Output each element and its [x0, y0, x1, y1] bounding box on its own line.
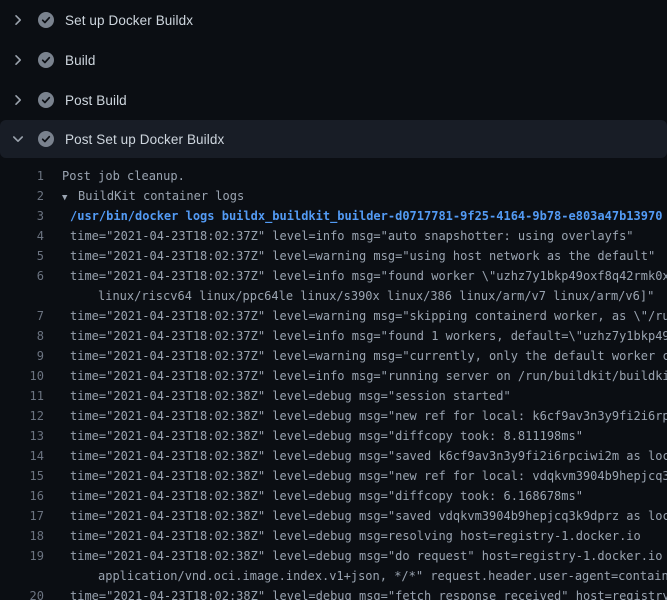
line-number[interactable]: 20	[0, 586, 44, 600]
line-number[interactable]: 5	[0, 246, 44, 266]
workflow-log-viewer: Set up Docker Buildx Build Post Build Post …	[0, 0, 667, 600]
step-header[interactable]: Set up Docker Buildx	[0, 0, 667, 40]
log-panel: 1Post job cleanup.2▼BuildKit container l…	[0, 158, 667, 600]
log-line: 7time="2021-04-23T18:02:37Z" level=warni…	[0, 306, 667, 326]
log-text: time="2021-04-23T18:02:38Z" level=debug …	[44, 526, 667, 546]
log-line: 8time="2021-04-23T18:02:37Z" level=info …	[0, 326, 667, 346]
line-number[interactable]: 12	[0, 406, 44, 426]
line-number[interactable]: 6	[0, 266, 44, 286]
line-number[interactable]: 4	[0, 226, 44, 246]
log-line: 3/usr/bin/docker logs buildx_buildkit_bu…	[0, 206, 667, 226]
line-number[interactable]: 7	[0, 306, 44, 326]
log-line: 14time="2021-04-23T18:02:38Z" level=debu…	[0, 446, 667, 466]
log-text: time="2021-04-23T18:02:38Z" level=debug …	[44, 586, 667, 600]
log-line: 19time="2021-04-23T18:02:38Z" level=debu…	[0, 546, 667, 566]
log-line: 20time="2021-04-23T18:02:38Z" level=debu…	[0, 586, 667, 600]
log-line: 18time="2021-04-23T18:02:38Z" level=debu…	[0, 526, 667, 546]
line-number[interactable]: 11	[0, 386, 44, 406]
check-circle-icon	[38, 52, 54, 68]
step-label: Post Set up Docker Buildx	[65, 132, 224, 147]
line-number[interactable]: 2	[0, 186, 44, 206]
log-text: time="2021-04-23T18:02:38Z" level=debug …	[44, 486, 667, 506]
log-text: time="2021-04-23T18:02:37Z" level=warnin…	[44, 246, 667, 266]
log-line: 17time="2021-04-23T18:02:38Z" level=debu…	[0, 506, 667, 526]
log-line: 2▼BuildKit container logs	[0, 186, 667, 206]
log-text: time="2021-04-23T18:02:38Z" level=debug …	[44, 386, 667, 406]
line-number-spacer	[0, 566, 44, 586]
log-line: application/vnd.oci.image.index.v1+json,…	[0, 566, 667, 586]
line-number[interactable]: 18	[0, 526, 44, 546]
log-line: 16time="2021-04-23T18:02:38Z" level=debu…	[0, 486, 667, 506]
step-header[interactable]: Post Build	[0, 80, 667, 120]
chevron-right-icon	[10, 12, 26, 28]
log-text: time="2021-04-23T18:02:38Z" level=debug …	[44, 446, 667, 466]
log-line: 9time="2021-04-23T18:02:37Z" level=warni…	[0, 346, 667, 366]
log-line: 11time="2021-04-23T18:02:38Z" level=debu…	[0, 386, 667, 406]
log-line: 4time="2021-04-23T18:02:37Z" level=info …	[0, 226, 667, 246]
line-number-spacer	[0, 286, 44, 306]
log-text: time="2021-04-23T18:02:37Z" level=info m…	[44, 226, 667, 246]
log-text: time="2021-04-23T18:02:37Z" level=info m…	[44, 326, 667, 346]
step-label: Set up Docker Buildx	[65, 13, 193, 28]
chevron-right-icon	[10, 52, 26, 68]
log-line: 5time="2021-04-23T18:02:37Z" level=warni…	[0, 246, 667, 266]
check-circle-icon	[38, 12, 54, 28]
log-line: 10time="2021-04-23T18:02:37Z" level=info…	[0, 366, 667, 386]
log-line: 13time="2021-04-23T18:02:38Z" level=debu…	[0, 426, 667, 446]
line-number[interactable]: 3	[0, 206, 44, 226]
log-group-label: BuildKit container logs	[78, 189, 244, 203]
step-label: Build	[65, 53, 96, 68]
log-line: 6time="2021-04-23T18:02:37Z" level=info …	[0, 266, 667, 286]
line-number[interactable]: 8	[0, 326, 44, 346]
log-text: ▼BuildKit container logs	[44, 186, 667, 206]
step-header[interactable]: Build	[0, 40, 667, 80]
line-number[interactable]: 1	[0, 166, 44, 186]
line-number[interactable]: 15	[0, 466, 44, 486]
check-circle-icon	[38, 92, 54, 108]
line-number[interactable]: 17	[0, 506, 44, 526]
log-text: time="2021-04-23T18:02:38Z" level=debug …	[44, 466, 667, 486]
steps-list: Set up Docker Buildx Build Post Build Post …	[0, 0, 667, 158]
line-number[interactable]: 9	[0, 346, 44, 366]
line-number[interactable]: 14	[0, 446, 44, 466]
log-text: time="2021-04-23T18:02:38Z" level=debug …	[44, 426, 667, 446]
chevron-down-icon	[10, 131, 26, 147]
log-line: 12time="2021-04-23T18:02:38Z" level=debu…	[0, 406, 667, 426]
log-text: time="2021-04-23T18:02:37Z" level=info m…	[44, 366, 667, 386]
log-text: time="2021-04-23T18:02:38Z" level=debug …	[44, 506, 667, 526]
line-number[interactable]: 10	[0, 366, 44, 386]
log-line: linux/riscv64 linux/ppc64le linux/s390x …	[0, 286, 667, 306]
log-line: 1Post job cleanup.	[0, 166, 667, 186]
log-text: time="2021-04-23T18:02:38Z" level=debug …	[44, 546, 667, 566]
log-text: linux/riscv64 linux/ppc64le linux/s390x …	[44, 286, 667, 306]
step-label: Post Build	[65, 93, 127, 108]
check-circle-icon	[38, 131, 54, 147]
log-text: time="2021-04-23T18:02:37Z" level=info m…	[44, 266, 667, 286]
line-number[interactable]: 16	[0, 486, 44, 506]
line-number[interactable]: 19	[0, 546, 44, 566]
log-text: application/vnd.oci.image.index.v1+json,…	[44, 566, 667, 586]
log-text: Post job cleanup.	[44, 166, 667, 186]
log-text: time="2021-04-23T18:02:37Z" level=warnin…	[44, 306, 667, 326]
log-text: time="2021-04-23T18:02:38Z" level=debug …	[44, 406, 667, 426]
line-number[interactable]: 13	[0, 426, 44, 446]
collapse-toggle-icon[interactable]: ▼	[62, 188, 78, 206]
step-header[interactable]: Post Set up Docker Buildx	[0, 120, 667, 158]
log-text: time="2021-04-23T18:02:37Z" level=warnin…	[44, 346, 667, 366]
log-command-text: /usr/bin/docker logs buildx_buildkit_bui…	[44, 206, 667, 226]
log-line: 15time="2021-04-23T18:02:38Z" level=debu…	[0, 466, 667, 486]
chevron-right-icon	[10, 92, 26, 108]
